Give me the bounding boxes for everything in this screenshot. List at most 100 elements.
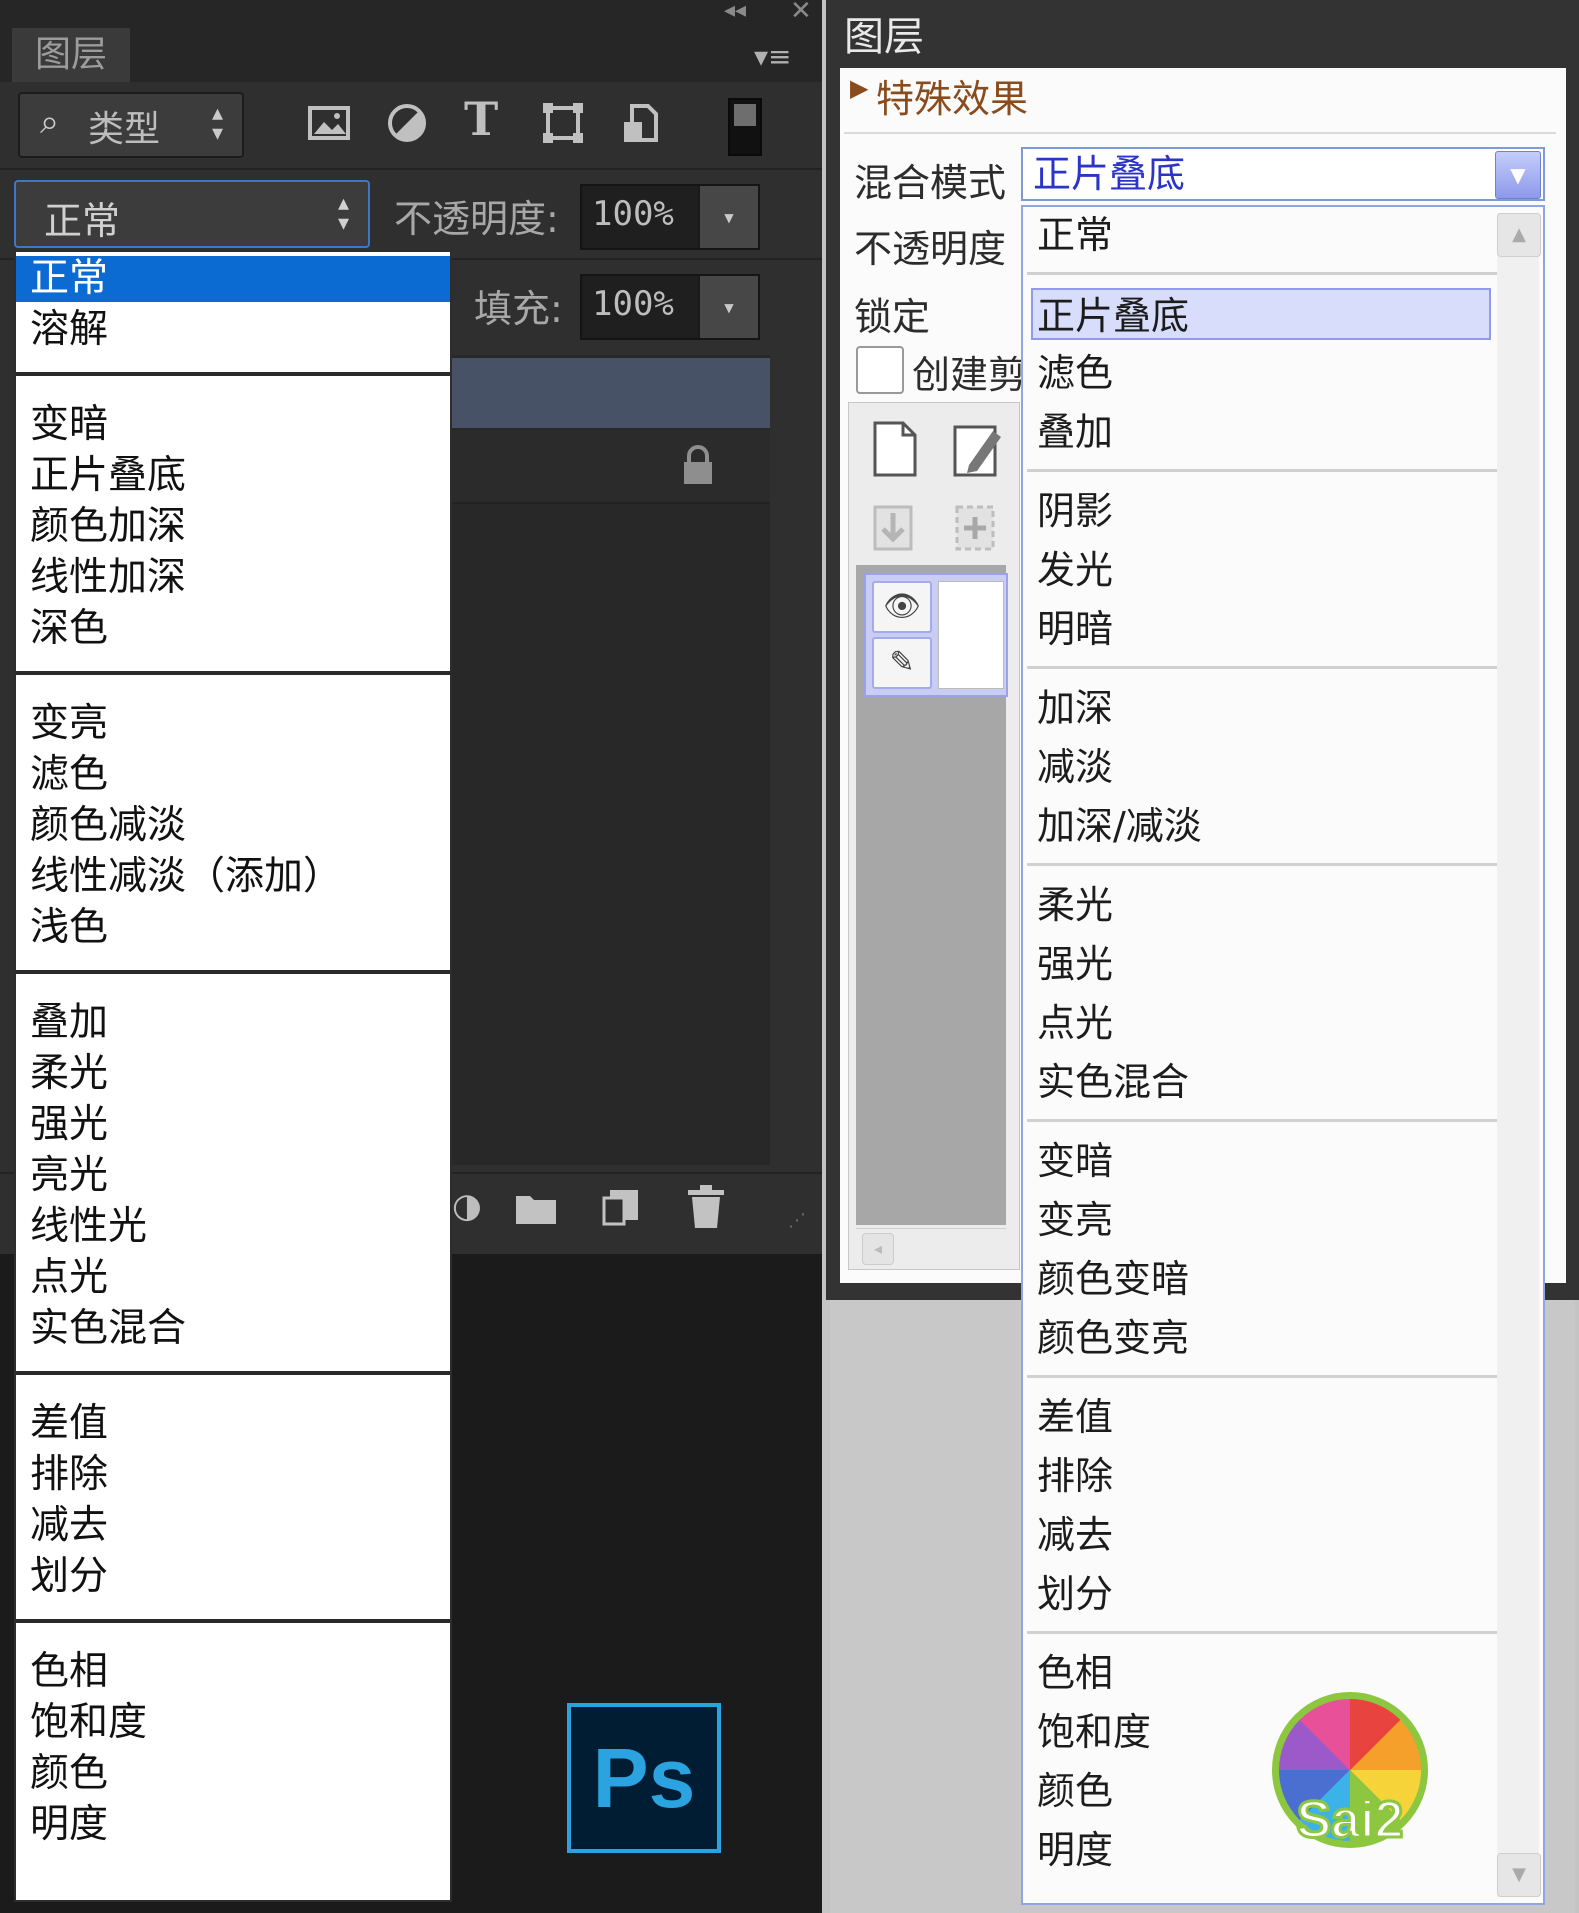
ps-blend-option[interactable]: 变亮: [16, 701, 450, 747]
sai-layer-row[interactable]: 👁 ✎: [864, 573, 1008, 697]
chevron-down-icon[interactable]: ▼: [1495, 151, 1541, 199]
sai-blend-option[interactable]: 减淡: [1023, 741, 1493, 793]
eye-icon[interactable]: 👁: [872, 581, 932, 633]
type-filter-icon[interactable]: T: [464, 92, 514, 146]
sai-blend-option[interactable]: 滤色: [1023, 347, 1493, 399]
triangle-right-icon[interactable]: ▶: [850, 74, 868, 102]
ps-blend-option[interactable]: 正片叠底: [16, 453, 450, 499]
sai-blend-option[interactable]: 差值: [1023, 1391, 1493, 1443]
sai-blend-option[interactable]: 明暗: [1023, 603, 1493, 655]
tab-layers[interactable]: 图层: [12, 28, 130, 82]
new-pen-layer-icon[interactable]: [953, 421, 1005, 477]
layer-row-selected[interactable]: [450, 358, 770, 428]
ps-blend-option[interactable]: 亮光: [16, 1153, 450, 1199]
ps-blend-option[interactable]: 线性光: [16, 1204, 450, 1250]
sai-blend-option[interactable]: 点光: [1023, 997, 1493, 1049]
ps-blend-option[interactable]: 溶解: [16, 307, 450, 353]
ps-blend-option[interactable]: 划分: [16, 1554, 450, 1600]
ps-blend-option[interactable]: 颜色加深: [16, 504, 450, 550]
lock-icon: [684, 445, 712, 484]
horizontal-scrollbar[interactable]: ◂: [856, 1228, 1006, 1269]
sai-blend-option[interactable]: 变暗: [1023, 1135, 1493, 1187]
adjustment-filter-icon[interactable]: [384, 100, 434, 150]
adjustment-layer-icon[interactable]: ◑: [452, 1186, 482, 1226]
sai-blend-option[interactable]: 正片叠底: [1031, 288, 1491, 340]
opacity-field[interactable]: 100% ▾: [580, 184, 760, 250]
menu-scrollbar[interactable]: ▲ ▼: [1497, 213, 1541, 1897]
ps-blend-option[interactable]: 变暗: [16, 402, 450, 448]
ps-blend-option[interactable]: 差值: [16, 1401, 450, 1447]
close-icon[interactable]: ✕: [790, 0, 812, 26]
ps-blend-option[interactable]: 色相: [16, 1649, 450, 1695]
ps-blend-option[interactable]: 浅色: [16, 905, 450, 951]
smart-object-filter-icon[interactable]: [618, 100, 668, 150]
opacity-label: 不透明度:: [394, 197, 559, 241]
chevron-down-icon[interactable]: ▾: [698, 276, 758, 338]
sai-blend-option[interactable]: 变亮: [1023, 1194, 1493, 1246]
ps-blend-option[interactable]: 滤色: [16, 752, 450, 798]
sai-blend-option[interactable]: 叠加: [1023, 406, 1493, 458]
sai-blend-mode-select[interactable]: 正片叠底 ▼: [1021, 147, 1545, 201]
scroll-up-icon[interactable]: ▲: [1497, 213, 1541, 257]
ps-blend-option[interactable]: 深色: [16, 606, 450, 652]
ps-blend-option[interactable]: 点光: [16, 1255, 450, 1301]
effects-expander[interactable]: 特殊效果: [876, 68, 1028, 123]
pencil-icon[interactable]: ✎: [872, 637, 932, 689]
sai-blend-option[interactable]: 减去: [1023, 1509, 1493, 1561]
lock-label: 锁定: [854, 295, 931, 339]
layer-row[interactable]: [450, 430, 770, 504]
ps-blend-option[interactable]: 排除: [16, 1452, 450, 1498]
sai-blend-option[interactable]: 加深: [1023, 682, 1493, 734]
shape-filter-icon[interactable]: [540, 100, 590, 150]
clip-checkbox[interactable]: [856, 346, 904, 394]
collapse-icon[interactable]: ◂◂: [724, 0, 746, 23]
sai-blend-option[interactable]: 加深/减淡: [1023, 800, 1493, 852]
scroll-down-icon[interactable]: ▼: [1497, 1853, 1541, 1897]
merge-down-icon[interactable]: [871, 503, 919, 553]
resize-grip-icon[interactable]: ⋰: [788, 1210, 806, 1231]
ps-blend-option[interactable]: 实色混合: [16, 1306, 450, 1352]
panel-menu-icon[interactable]: ▾≡: [754, 40, 792, 73]
add-layer-icon[interactable]: [953, 503, 1001, 553]
new-layer-icon[interactable]: [602, 1186, 642, 1228]
sai-blend-option[interactable]: 颜色变暗: [1023, 1253, 1493, 1305]
ps-blend-option[interactable]: 明度: [16, 1802, 450, 1848]
menu-separator: [1027, 272, 1497, 275]
sai-blend-option[interactable]: 排除: [1023, 1450, 1493, 1502]
scroll-left-icon[interactable]: ◂: [862, 1233, 894, 1265]
fill-label: 填充:: [474, 287, 563, 331]
blend-mode-select[interactable]: 正常 ▴ ▾: [14, 180, 370, 248]
sai-blend-option[interactable]: 实色混合: [1023, 1056, 1493, 1108]
sai-blend-option[interactable]: 颜色变亮: [1023, 1312, 1493, 1364]
filter-type-select[interactable]: ⌕ 类型 ▴ ▾: [18, 92, 244, 158]
trash-icon[interactable]: [686, 1184, 726, 1230]
folder-icon[interactable]: [514, 1188, 558, 1228]
ps-blend-option[interactable]: 叠加: [16, 1000, 450, 1046]
ps-blend-option[interactable]: 线性加深: [16, 555, 450, 601]
sai-blend-option[interactable]: 发光: [1023, 544, 1493, 596]
sai-blend-option[interactable]: 色相: [1023, 1647, 1493, 1699]
ps-blend-option[interactable]: 饱和度: [16, 1700, 450, 1746]
fill-value: 100%: [592, 284, 674, 324]
menu-separator: [1027, 666, 1497, 669]
search-icon: ⌕: [40, 102, 60, 142]
ps-blend-option[interactable]: 正常: [16, 256, 450, 302]
ps-blend-option[interactable]: 颜色: [16, 1751, 450, 1797]
sai-blend-option[interactable]: 划分: [1023, 1568, 1493, 1620]
ps-blend-option[interactable]: 柔光: [16, 1051, 450, 1097]
opacity-label: 不透明度: [854, 227, 1007, 271]
menu-separator: [16, 1371, 450, 1375]
sai-blend-option[interactable]: 强光: [1023, 938, 1493, 990]
chevron-down-icon[interactable]: ▾: [698, 186, 758, 248]
sai-blend-option[interactable]: 柔光: [1023, 879, 1493, 931]
ps-blend-option[interactable]: 减去: [16, 1503, 450, 1549]
ps-blend-option[interactable]: 线性减淡（添加）: [16, 854, 450, 900]
filter-toggle-icon[interactable]: [728, 98, 762, 156]
sai-blend-option[interactable]: 正常: [1023, 209, 1493, 261]
ps-blend-option[interactable]: 强光: [16, 1102, 450, 1148]
ps-blend-option[interactable]: 颜色减淡: [16, 803, 450, 849]
fill-field[interactable]: 100% ▾: [580, 274, 760, 340]
sai-blend-option[interactable]: 阴影: [1023, 485, 1493, 537]
new-layer-icon[interactable]: [871, 421, 919, 477]
image-filter-icon[interactable]: [306, 100, 356, 150]
